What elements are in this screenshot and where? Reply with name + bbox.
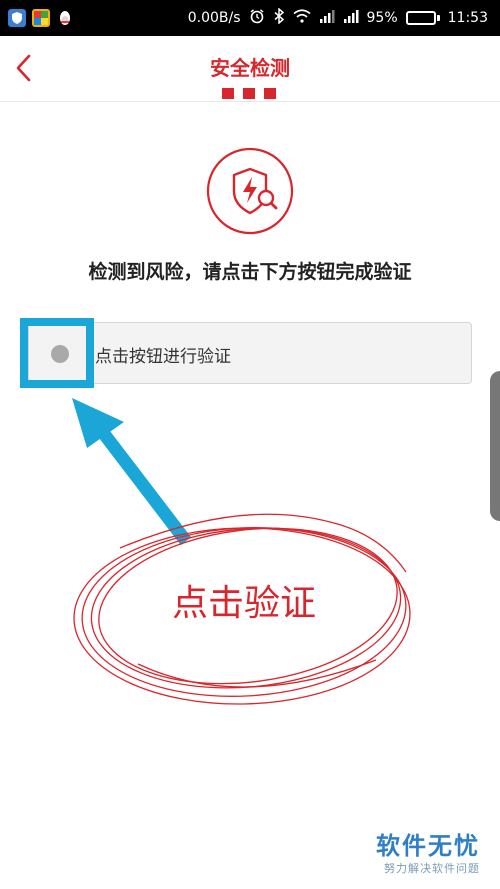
signal-icon-2 bbox=[343, 9, 359, 27]
notification-icons bbox=[0, 9, 74, 27]
edge-scroll-handle[interactable] bbox=[490, 371, 500, 521]
network-speed: 0.00B/s bbox=[187, 10, 241, 26]
step-dot bbox=[264, 88, 276, 99]
page-title: 安全检测 bbox=[210, 56, 290, 80]
verify-button[interactable]: 点击按钮进行验证 bbox=[28, 322, 472, 384]
signal-icon-1 bbox=[319, 9, 335, 27]
watermark-subtitle: 努力解决软件问题 bbox=[384, 862, 480, 875]
status-bar: 0.00B/s 95% 11:53 bbox=[0, 0, 500, 36]
qq-penguin-icon bbox=[56, 9, 74, 27]
wifi-icon bbox=[293, 9, 311, 27]
app-header: 安全检测 bbox=[0, 36, 500, 102]
battery-icon bbox=[405, 11, 440, 25]
clock: 11:53 bbox=[447, 10, 488, 26]
annotation-label: 点击验证 bbox=[172, 583, 317, 624]
shield-app-icon bbox=[8, 9, 26, 27]
arrow-annotation bbox=[72, 398, 192, 546]
step-indicator bbox=[222, 88, 276, 99]
step-dot bbox=[243, 88, 255, 99]
shield-lightning-search-icon bbox=[204, 145, 296, 237]
verify-button-label: 点击按钮进行验证 bbox=[95, 347, 231, 367]
annotation-overlay bbox=[72, 398, 411, 705]
battery-percent: 95% bbox=[366, 10, 398, 26]
watermark-logo-text: 软件无忧 bbox=[376, 832, 480, 860]
step-dot bbox=[222, 88, 234, 99]
bluetooth-icon bbox=[273, 7, 285, 28]
risk-prompt: 检测到风险，请点击下方按钮完成验证 bbox=[88, 261, 412, 283]
system-indicators: 0.00B/s 95% 11:53 bbox=[187, 7, 500, 28]
alarm-icon bbox=[249, 8, 265, 28]
verify-slider-dot[interactable] bbox=[51, 345, 69, 363]
colorful-app-icon bbox=[32, 9, 50, 27]
